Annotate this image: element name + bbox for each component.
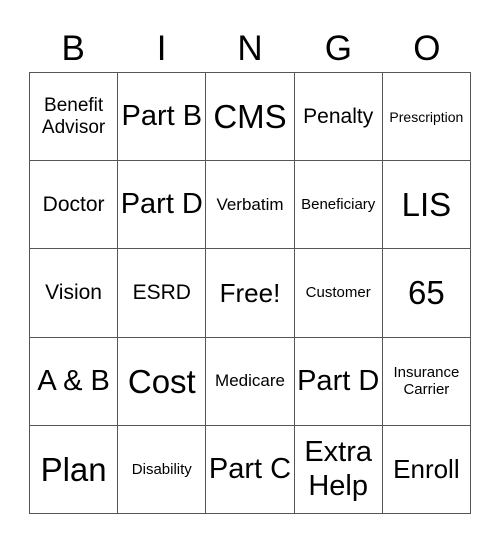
- bingo-cell[interactable]: Extra Help: [294, 425, 383, 514]
- bingo-board: Benefit Advisor Part B CMS Penalty Presc…: [29, 72, 471, 514]
- bingo-cell[interactable]: CMS: [206, 73, 295, 162]
- bingo-cell[interactable]: Plan: [30, 425, 119, 514]
- bingo-cell[interactable]: Benefit Advisor: [30, 73, 119, 162]
- cell-text: Extra Help: [304, 435, 373, 503]
- cell-text: Plan: [40, 450, 107, 488]
- cell-text: Doctor: [42, 192, 105, 216]
- cell-text: Customer: [305, 284, 371, 302]
- bingo-cell[interactable]: Cost: [118, 337, 207, 426]
- cell-text: CMS: [213, 98, 287, 136]
- free-space-text: Free!: [219, 277, 281, 308]
- bingo-cell[interactable]: Part D: [118, 161, 207, 250]
- bingo-cell[interactable]: Enroll: [382, 425, 471, 514]
- header-letter-n: N: [237, 29, 263, 68]
- cell-text: Part B: [121, 100, 203, 133]
- cell-text: Part C: [208, 452, 292, 485]
- cell-text: ESRD: [132, 280, 191, 304]
- cell-text: Insurance Carrier: [393, 363, 460, 399]
- cell-text: A & B: [37, 364, 110, 397]
- bingo-cell[interactable]: Beneficiary: [294, 161, 383, 250]
- bingo-cell[interactable]: Part D: [294, 337, 383, 426]
- bingo-cell[interactable]: Prescription: [382, 73, 471, 162]
- bingo-cell[interactable]: Verbatim: [206, 161, 295, 250]
- cell-text: Prescription: [389, 108, 464, 125]
- cell-text: Cost: [127, 362, 196, 400]
- cell-text: Disability: [131, 460, 192, 478]
- header-letter-g: G: [324, 29, 353, 68]
- header-letter-i: I: [156, 29, 167, 68]
- bingo-cell[interactable]: A & B: [30, 337, 119, 426]
- cell-text: LIS: [401, 186, 452, 224]
- cell-text: 65: [408, 274, 445, 312]
- bingo-cell[interactable]: Insurance Carrier: [382, 337, 471, 426]
- cell-text: Penalty: [303, 104, 374, 128]
- cell-text: Part D: [297, 364, 380, 397]
- bingo-cell[interactable]: Part B: [118, 73, 207, 162]
- cell-text: Benefit Advisor: [41, 94, 106, 138]
- bingo-cell[interactable]: Doctor: [30, 161, 119, 250]
- free-space-cell[interactable]: Free!: [206, 249, 295, 338]
- cell-text: Vision: [45, 280, 102, 304]
- bingo-cell[interactable]: Medicare: [206, 337, 295, 426]
- bingo-cell[interactable]: LIS: [382, 161, 471, 250]
- bingo-cell[interactable]: ESRD: [118, 249, 207, 338]
- bingo-cell[interactable]: Disability: [118, 425, 207, 514]
- bingo-cell[interactable]: Penalty: [294, 73, 383, 162]
- bingo-cell[interactable]: Vision: [30, 249, 119, 338]
- bingo-cell[interactable]: Part C: [206, 425, 295, 514]
- bingo-cell[interactable]: 65: [382, 249, 471, 338]
- header-letter-o: O: [413, 29, 441, 68]
- bingo-cell[interactable]: Customer: [294, 249, 383, 338]
- header-letter-b: B: [61, 29, 85, 68]
- cell-text: Verbatim: [216, 195, 284, 215]
- bingo-header: B I N G O: [29, 26, 471, 72]
- cell-text: Beneficiary: [301, 196, 376, 214]
- cell-text: Part D: [120, 188, 203, 221]
- cell-text: Enroll: [393, 454, 460, 485]
- cell-text: Medicare: [215, 371, 285, 391]
